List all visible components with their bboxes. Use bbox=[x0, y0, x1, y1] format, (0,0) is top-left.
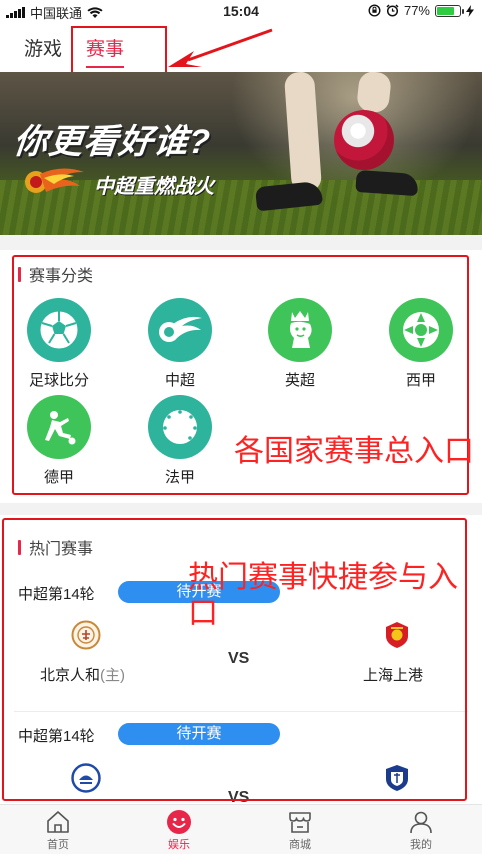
nav-profile[interactable]: 我的 bbox=[391, 809, 451, 852]
smile-icon bbox=[167, 810, 191, 834]
nav-home-label: 首页 bbox=[47, 839, 69, 851]
battery-icon bbox=[435, 4, 464, 17]
charging-icon bbox=[466, 4, 474, 17]
banner-subline: 中超重燃战火 bbox=[94, 176, 214, 198]
promo-banner[interactable]: 你更看好谁? 中超重燃战火 bbox=[0, 72, 482, 235]
nav-shop[interactable]: 商城 bbox=[270, 809, 330, 852]
tab-game[interactable]: 游戏 bbox=[24, 34, 62, 61]
tab-highlight-box bbox=[71, 26, 167, 74]
nav-entertainment-label: 娱乐 bbox=[168, 839, 190, 851]
banner-headline: 你更看好谁? bbox=[11, 123, 213, 161]
nav-entertainment[interactable]: 娱乐 bbox=[149, 809, 209, 852]
battery-percent: 77% bbox=[403, 3, 430, 18]
bottom-navigation: 首页 娱乐 商城 我的 bbox=[0, 804, 482, 854]
user-icon bbox=[410, 811, 432, 834]
nav-home[interactable]: 首页 bbox=[28, 809, 88, 852]
status-bar: 中国联通 15:04 77% bbox=[0, 0, 482, 22]
soccer-ball-image bbox=[334, 110, 394, 170]
section-divider bbox=[0, 503, 482, 515]
csl-flame-logo bbox=[25, 168, 84, 193]
category-annotation: 各国家赛事总入口 bbox=[234, 435, 474, 468]
alarm-icon bbox=[386, 4, 399, 17]
home-icon bbox=[47, 811, 69, 833]
nav-profile-label: 我的 bbox=[410, 839, 432, 851]
nav-shop-label: 商城 bbox=[289, 839, 311, 851]
annotation-arrow bbox=[168, 28, 273, 67]
rotation-lock-icon bbox=[368, 4, 381, 17]
section-divider bbox=[0, 235, 482, 250]
shop-icon bbox=[289, 812, 311, 833]
hot-matches-annotation: 热门赛事快捷参与入口 bbox=[188, 561, 458, 630]
